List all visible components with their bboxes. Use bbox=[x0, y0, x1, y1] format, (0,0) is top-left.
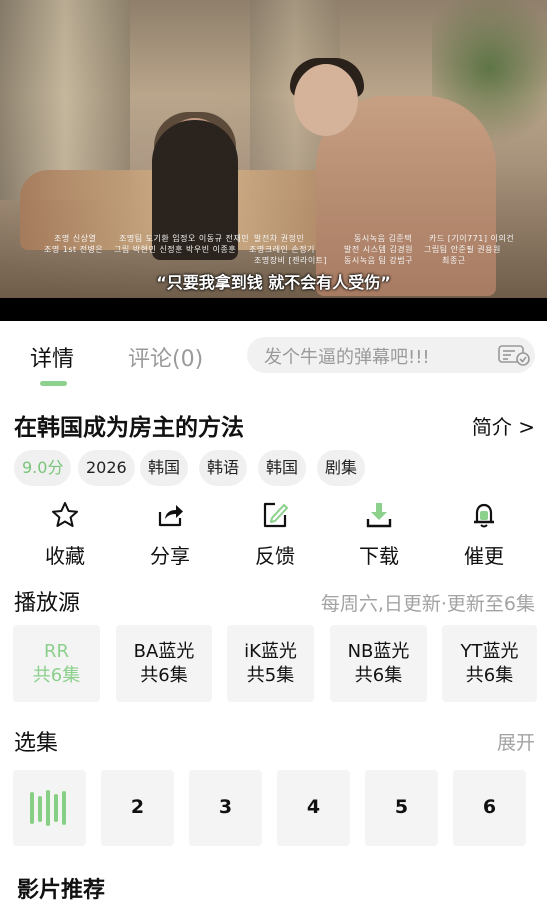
credit: 발전 시스템 김경원 bbox=[344, 245, 413, 254]
source-item-rr[interactable]: RR 共6集 bbox=[13, 625, 100, 702]
star-icon bbox=[52, 502, 78, 527]
source-list: RR 共6集 BA蓝光 共6集 iK蓝光 共5集 NB蓝光 共6集 YT蓝光 共… bbox=[13, 625, 543, 702]
update-schedule: 每周六,日更新·更新至6集 bbox=[320, 593, 535, 615]
remind-update-button[interactable]: 催更 bbox=[439, 500, 529, 569]
credit: 최종근 bbox=[442, 256, 466, 265]
download-button[interactable]: 下载 bbox=[334, 500, 424, 569]
episode-number: 2 bbox=[130, 796, 145, 818]
rating-badge: 9.0分 bbox=[14, 450, 72, 486]
credit: 발전차 권정민 bbox=[254, 234, 305, 243]
source-name: iK蓝光 bbox=[244, 641, 297, 662]
feedback-button[interactable]: 反馈 bbox=[230, 500, 320, 569]
danmaku-placeholder: 发个牛逼的弹幕吧!!! bbox=[264, 347, 430, 368]
download-label: 下载 bbox=[359, 544, 399, 568]
share-button[interactable]: 分享 bbox=[125, 500, 215, 569]
tab-details[interactable]: 详情 bbox=[30, 341, 74, 373]
source-count: 共6集 bbox=[465, 665, 514, 686]
credit: 조명 1st 전병은 bbox=[44, 245, 104, 254]
credit: 조명 신상열 bbox=[54, 234, 97, 243]
source-name: RR bbox=[43, 641, 69, 662]
episode-item[interactable]: 6 bbox=[453, 770, 526, 846]
year-tag[interactable]: 2026 bbox=[78, 450, 135, 486]
tab-bar: 详情 评论(0) 发个牛逼的弹幕吧!!! bbox=[0, 321, 547, 391]
episode-item-current[interactable] bbox=[13, 770, 86, 846]
recommend-section-title: 影片推荐 bbox=[17, 878, 106, 903]
download-icon bbox=[366, 503, 392, 528]
credit: 동시녹음 김준택 bbox=[354, 234, 413, 243]
source-name: NB蓝光 bbox=[347, 641, 410, 662]
video-frame: 조명 신상열 조명팀 도기환 임정오 이동규 전재민 발전차 권정민 동시녹음 … bbox=[0, 0, 547, 298]
source-name: YT蓝光 bbox=[460, 641, 519, 662]
episode-item[interactable]: 2 bbox=[101, 770, 174, 846]
episode-item[interactable]: 5 bbox=[365, 770, 438, 846]
source-count: 共6集 bbox=[354, 665, 403, 686]
intro-link[interactable]: 简介 > bbox=[472, 411, 535, 440]
source-count: 共6集 bbox=[140, 665, 188, 686]
episode-item[interactable]: 3 bbox=[189, 770, 262, 846]
video-player[interactable]: 조명 신상열 조명팀 도기환 임정오 이동규 전재민 발전차 권정민 동시녹음 … bbox=[0, 0, 547, 321]
danmaku-input[interactable]: 发个牛逼的弹幕吧!!! bbox=[247, 337, 535, 373]
credit: 조명크레인 손정기 bbox=[249, 245, 315, 254]
feedback-label: 反馈 bbox=[255, 544, 295, 568]
video-control-bar bbox=[0, 298, 547, 321]
bell-icon bbox=[474, 503, 494, 528]
episode-list: 2 3 4 5 6 bbox=[13, 770, 533, 846]
credit: 그립 박현민 신정훈 박우빈 이종훈 bbox=[114, 245, 237, 254]
expand-episodes-button[interactable]: 展开 bbox=[497, 728, 535, 755]
share-label: 分享 bbox=[150, 544, 190, 568]
credit: 조명팀 도기환 임정오 이동규 전재민 bbox=[119, 234, 250, 243]
show-title: 在韩国成为房主的方法 bbox=[14, 415, 244, 441]
episode-number: 6 bbox=[482, 796, 497, 818]
action-row: 收藏 分享 反馈 下载 催更 bbox=[0, 500, 547, 570]
source-item-ba[interactable]: BA蓝光 共6集 bbox=[116, 625, 212, 702]
credit: 조명장비 [젠라이트] bbox=[254, 256, 328, 265]
episode-number: 3 bbox=[218, 796, 233, 818]
episode-number: 4 bbox=[306, 796, 321, 818]
source-item-ik[interactable]: iK蓝光 共5集 bbox=[227, 625, 314, 702]
source-count: 共6集 bbox=[32, 665, 81, 686]
type-tag[interactable]: 剧集 bbox=[317, 450, 366, 486]
source-item-yt[interactable]: YT蓝光 共6集 bbox=[442, 625, 537, 702]
episode-item[interactable]: 4 bbox=[277, 770, 350, 846]
source-item-nb[interactable]: NB蓝光 共6集 bbox=[330, 625, 427, 702]
region-tag[interactable]: 韩国 bbox=[258, 450, 307, 486]
playing-indicator-icon bbox=[30, 790, 70, 826]
man-head bbox=[294, 64, 358, 136]
episodes-section-title: 选集 bbox=[14, 731, 59, 756]
tab-indicator bbox=[40, 381, 67, 386]
video-credits: 조명 신상열 조명팀 도기환 임정오 이동규 전재민 발전차 권정민 동시녹음 … bbox=[44, 230, 514, 270]
episode-number: 5 bbox=[394, 796, 409, 818]
share-icon bbox=[158, 505, 183, 527]
language-tag[interactable]: 韩语 bbox=[199, 450, 248, 486]
credit: 동시녹음 팀 강범구 bbox=[344, 256, 413, 265]
edit-icon bbox=[263, 502, 288, 528]
source-section-title: 播放源 bbox=[14, 591, 81, 616]
remind-update-label: 催更 bbox=[464, 544, 504, 568]
credit: 그립팀 안준필 권용원 bbox=[424, 245, 501, 254]
source-count: 共5集 bbox=[246, 665, 295, 686]
video-subtitle: “只要我拿到钱 就不会有人受伤” bbox=[156, 273, 391, 292]
region-tag[interactable]: 韩国 bbox=[140, 450, 189, 486]
favorite-button[interactable]: 收藏 bbox=[20, 500, 110, 569]
credit: 카드 [기이771] 이의건 bbox=[429, 234, 515, 243]
tab-comments[interactable]: 评论(0) bbox=[128, 341, 203, 373]
favorite-label: 收藏 bbox=[45, 544, 85, 568]
source-name: BA蓝光 bbox=[133, 641, 195, 662]
danmaku-settings-icon[interactable] bbox=[497, 344, 531, 366]
